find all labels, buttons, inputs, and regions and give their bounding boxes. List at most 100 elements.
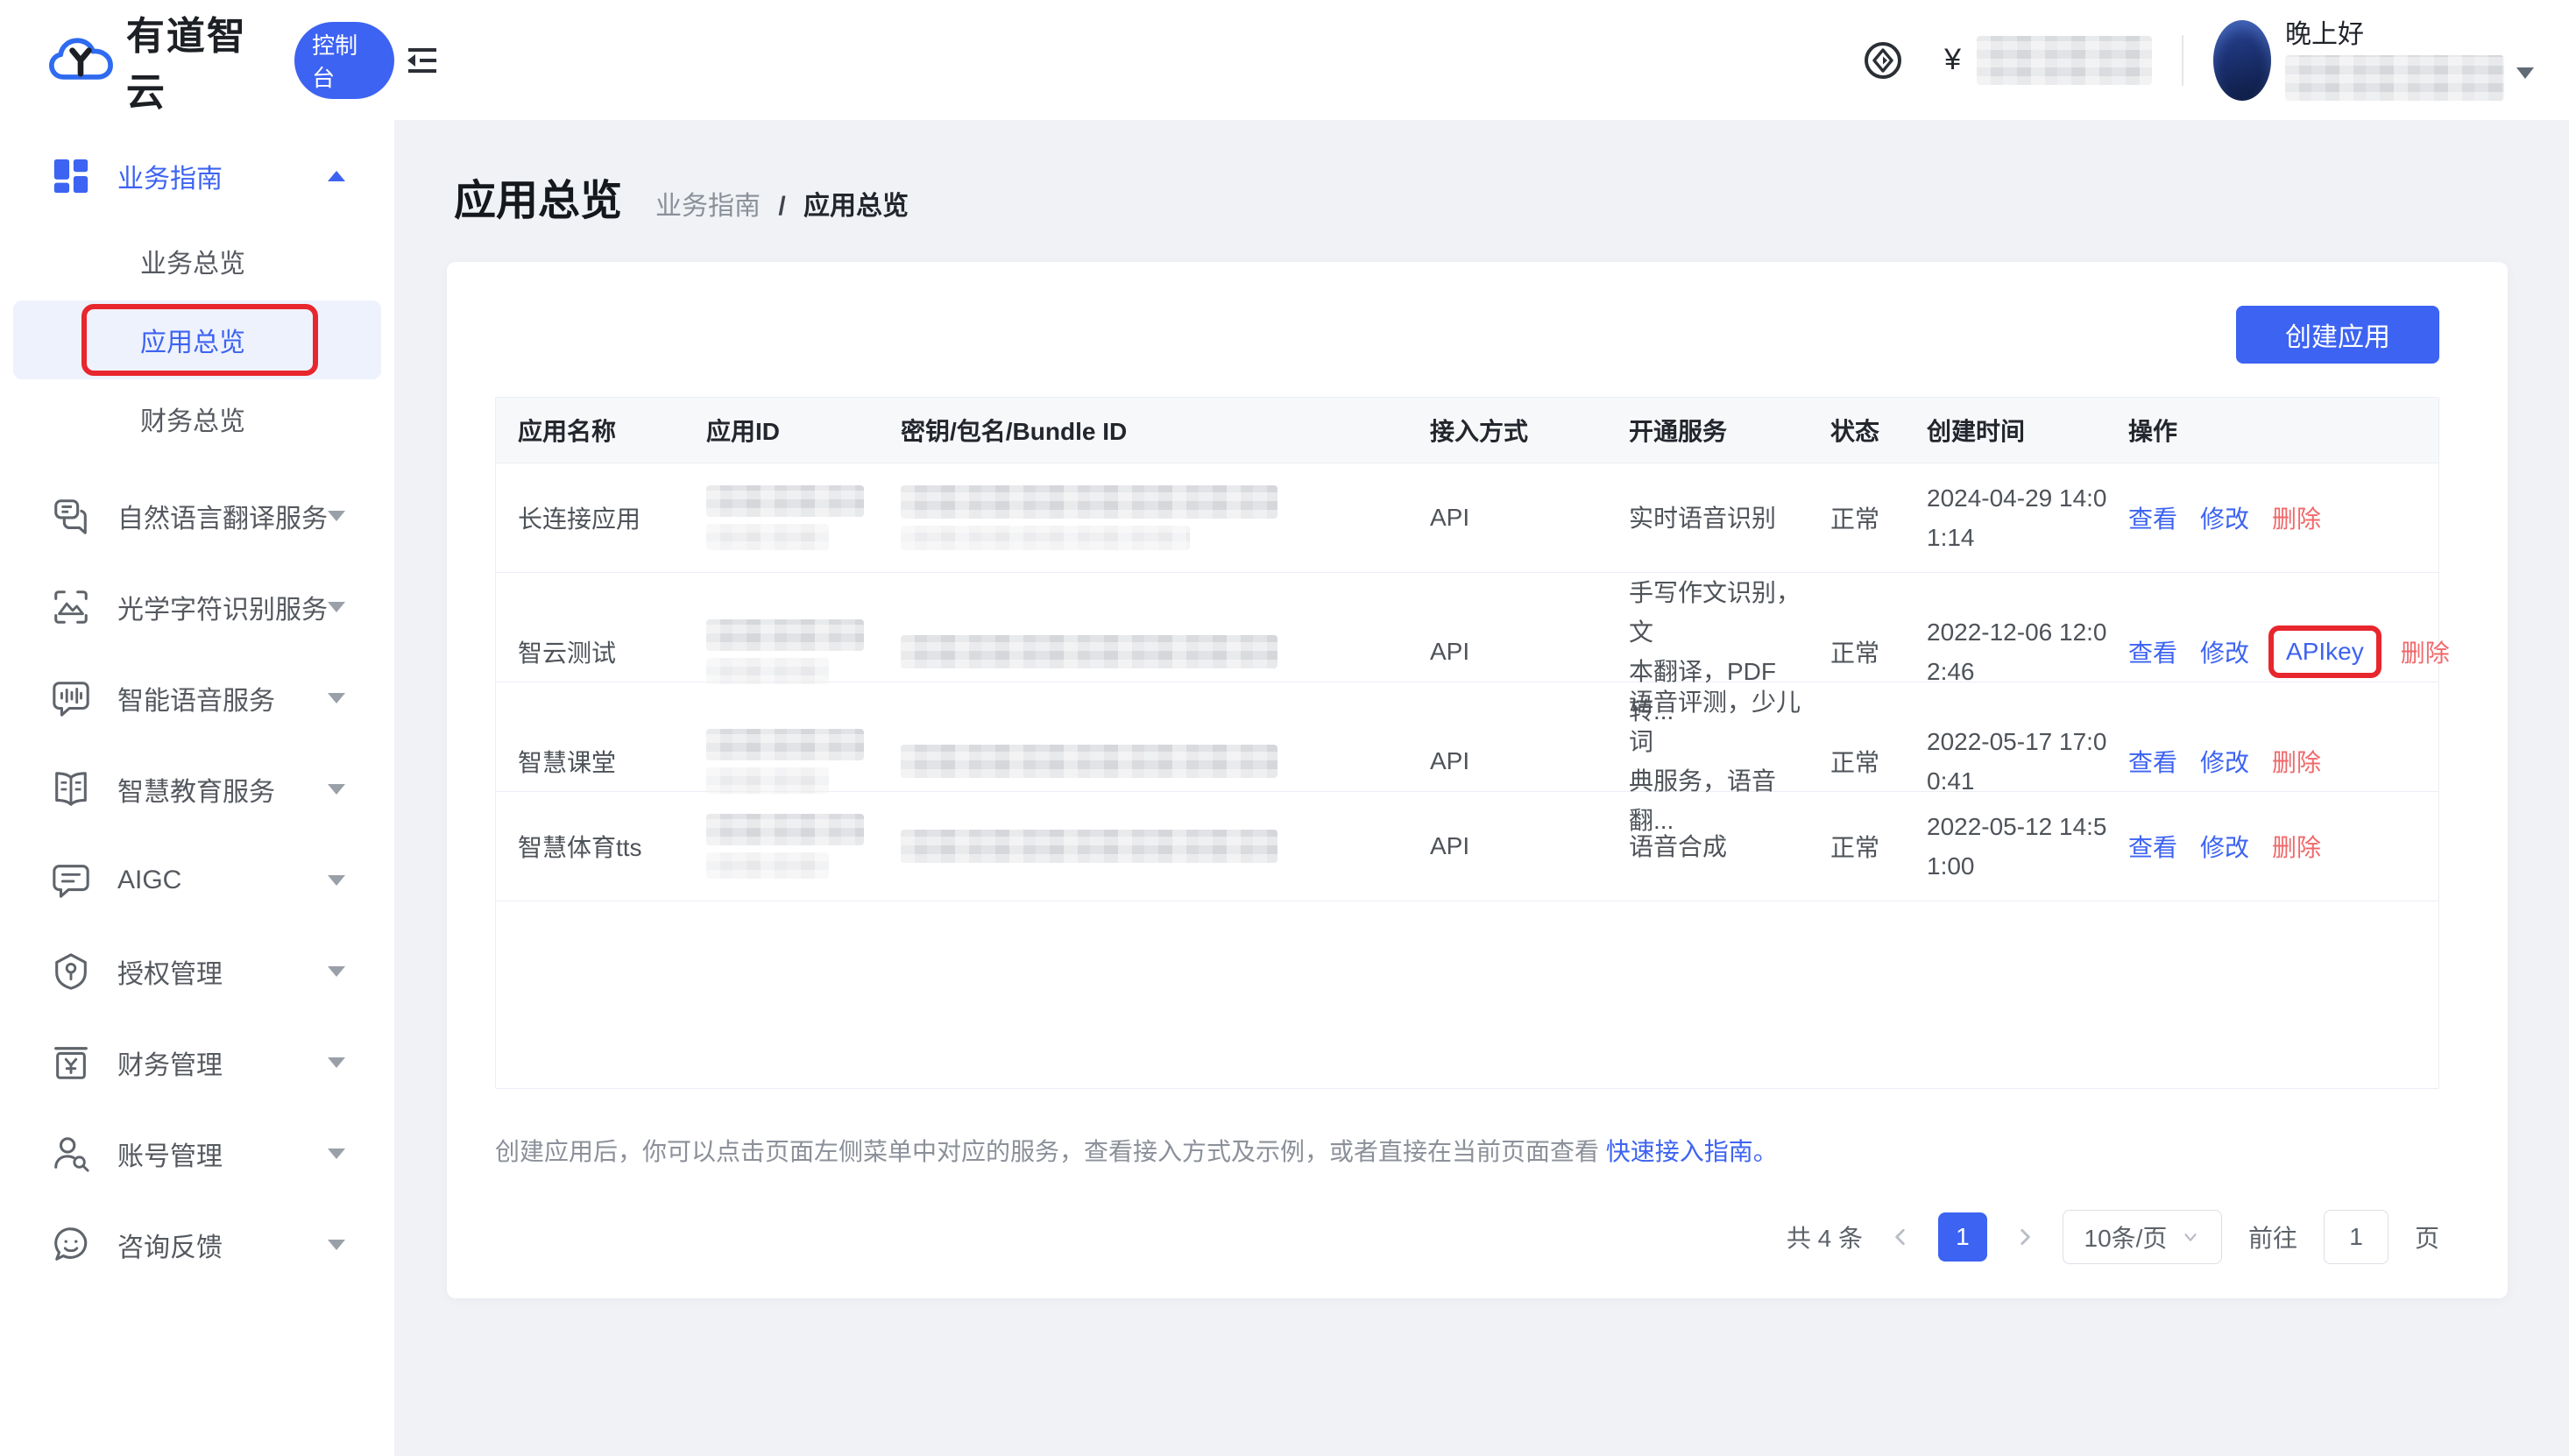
breadcrumb-parent[interactable]: 业务指南 [655, 192, 761, 221]
sidebar-item-business-overview[interactable]: 业务总览 [13, 222, 381, 300]
sidebar-group-account[interactable]: 账号管理 [0, 1108, 394, 1199]
feedback-smiley-icon [51, 1225, 91, 1265]
quick-guide-link[interactable]: 快速接入指南。 [1606, 1138, 1778, 1165]
col-created: 创建时间 [1927, 413, 2128, 448]
sidebar-item-app-overview[interactable]: 应用总览 [13, 300, 381, 379]
cell-access: API [1430, 747, 1629, 775]
select-chevron-icon [2181, 1227, 2200, 1247]
table-row: 智云测试 API 手写作文识别，文 本翻译，PDF转... 正常 2022-12… [496, 573, 2438, 682]
user-search-icon [51, 1134, 91, 1174]
page-size-value: 10条/页 [2084, 1219, 2168, 1255]
caret-down-icon [328, 784, 345, 795]
modify-link[interactable]: 修改 [2200, 744, 2249, 779]
page-title: 应用总览 [454, 166, 622, 227]
view-link[interactable]: 查看 [2128, 634, 2177, 669]
user-dropdown-arrow-icon[interactable] [2516, 67, 2534, 79]
greeting-text: 晚上好 [2285, 20, 2504, 50]
table-empty-space [496, 901, 2438, 1088]
compass-icon[interactable] [1862, 39, 1904, 81]
top-header: 有道智云 控制台 ¥ 晚上好 [0, 0, 2569, 120]
table-row: 长连接应用 API 实时语音识别 正常 2024-04-29 14:0 1:14 [496, 463, 2438, 573]
view-link[interactable]: 查看 [2128, 744, 2177, 779]
redacted-app-id [706, 767, 829, 794]
sidebar-group-nlp-translation[interactable]: 自然语言翻译服务 [0, 470, 394, 562]
delete-link[interactable]: 删除 [2272, 744, 2321, 779]
cell-services: 语音合成 [1629, 827, 1830, 866]
caret-down-icon [328, 1149, 345, 1159]
sidebar-item-finance-overview[interactable]: 财务总览 [13, 379, 381, 458]
cell-app-key [901, 830, 1430, 863]
cell-app-key [901, 745, 1430, 778]
modify-link[interactable]: 修改 [2200, 829, 2249, 864]
cell-created: 2022-05-12 14:5 1:00 [1927, 807, 2128, 886]
delete-link[interactable]: 删除 [2272, 500, 2321, 535]
modify-link[interactable]: 修改 [2200, 500, 2249, 535]
goto-prefix: 前往 [2248, 1219, 2297, 1255]
sidebar-group-ocr[interactable]: 光学字符识别服务 [0, 562, 394, 653]
chevron-right-icon[interactable] [2013, 1226, 2036, 1248]
caret-up-icon [328, 171, 345, 181]
page-size-select[interactable]: 10条/页 [2063, 1210, 2222, 1264]
collapse-sidebar-icon[interactable] [403, 43, 442, 78]
breadcrumb-current: 应用总览 [803, 192, 909, 221]
sidebar-group-label: AIGC [117, 866, 181, 895]
page-number-button[interactable]: 1 [1938, 1212, 1987, 1262]
col-services: 开通服务 [1629, 413, 1830, 448]
balance-currency-symbol: ¥ [1944, 43, 1961, 77]
cell-app-id [706, 729, 901, 794]
table-row: 智慧课堂 API 语音评测，少儿词 典服务，语音翻... 正常 2022-05-… [496, 682, 2438, 792]
avatar[interactable] [2213, 20, 2271, 101]
cell-actions: 查看 修改 删除 [2128, 744, 2438, 779]
sidebar-group-auth[interactable]: 授权管理 [0, 926, 394, 1017]
create-app-note: 创建应用后，你可以点击页面左侧菜单中对应的服务，查看接入方式及示例，或者直接在当… [495, 1133, 2439, 1168]
logo[interactable]: 有道智云 控制台 [0, 4, 394, 117]
annotation-box-apikey: APIkey [2268, 626, 2381, 678]
sidebar-group-label: 自然语言翻译服务 [117, 497, 328, 535]
cell-access: API [1430, 504, 1629, 532]
sidebar-group-speech[interactable]: 智能语音服务 [0, 653, 394, 744]
apikey-link[interactable]: APIkey [2286, 638, 2364, 666]
cell-actions: 查看 修改 删除 [2128, 500, 2438, 535]
cell-created: 2024-04-29 14:0 1:14 [1927, 478, 2128, 557]
cloud-logo-icon [49, 34, 114, 87]
view-link[interactable]: 查看 [2128, 829, 2177, 864]
user-menu[interactable]: 晚上好 [2285, 20, 2504, 101]
caret-down-icon [328, 966, 345, 977]
main-content: 应用总览 业务指南 / 应用总览 创建应用 应用名称 应用ID 密钥/包名/Bu… [394, 120, 2569, 1456]
caret-down-icon [328, 1057, 345, 1068]
goto-page-input[interactable] [2324, 1210, 2389, 1264]
caret-down-icon [328, 1240, 345, 1250]
app-table: 应用名称 应用ID 密钥/包名/Bundle ID 接入方式 开通服务 状态 创… [495, 397, 2439, 1089]
redacted-app-id [706, 485, 864, 517]
cell-status: 正常 [1830, 744, 1927, 779]
cell-status: 正常 [1830, 634, 1927, 669]
cell-actions: 查看 修改 APIkey 删除 [2128, 633, 2464, 671]
sidebar-group-feedback[interactable]: 咨询反馈 [0, 1199, 394, 1290]
breadcrumb: 业务指南 / 应用总览 [655, 184, 909, 223]
sidebar-group-business-guide[interactable]: 业务指南 [0, 131, 394, 222]
delete-link[interactable]: 删除 [2272, 829, 2321, 864]
modify-link[interactable]: 修改 [2200, 634, 2249, 669]
chevron-left-icon[interactable] [1889, 1226, 1912, 1248]
redacted-app-id [706, 658, 829, 684]
cell-status: 正常 [1830, 829, 1927, 864]
redacted-app-id [706, 729, 864, 760]
cell-app-name: 智云测试 [496, 634, 706, 669]
delete-link[interactable]: 删除 [2401, 634, 2450, 669]
sidebar-group-smart-education[interactable]: 智慧教育服务 [0, 744, 394, 835]
table-row: 智慧体育tts API 语音合成 正常 2022-05-12 14:5 1:00 [496, 792, 2438, 901]
cell-app-name: 智慧课堂 [496, 744, 706, 779]
cell-app-id [706, 619, 901, 684]
col-app-name: 应用名称 [496, 413, 706, 448]
view-link[interactable]: 查看 [2128, 500, 2177, 535]
logo-text: 有道智云 [126, 4, 279, 117]
cell-app-key [901, 635, 1430, 668]
sidebar-group-label: 财务管理 [117, 1043, 223, 1082]
sidebar-group-finance[interactable]: 财务管理 [0, 1017, 394, 1108]
redacted-app-key [901, 745, 1277, 778]
create-app-button[interactable]: 创建应用 [2236, 306, 2439, 364]
cell-status: 正常 [1830, 500, 1927, 535]
col-access: 接入方式 [1430, 413, 1629, 448]
caret-down-icon [328, 602, 345, 612]
sidebar-group-aigc[interactable]: AIGC [0, 835, 394, 926]
